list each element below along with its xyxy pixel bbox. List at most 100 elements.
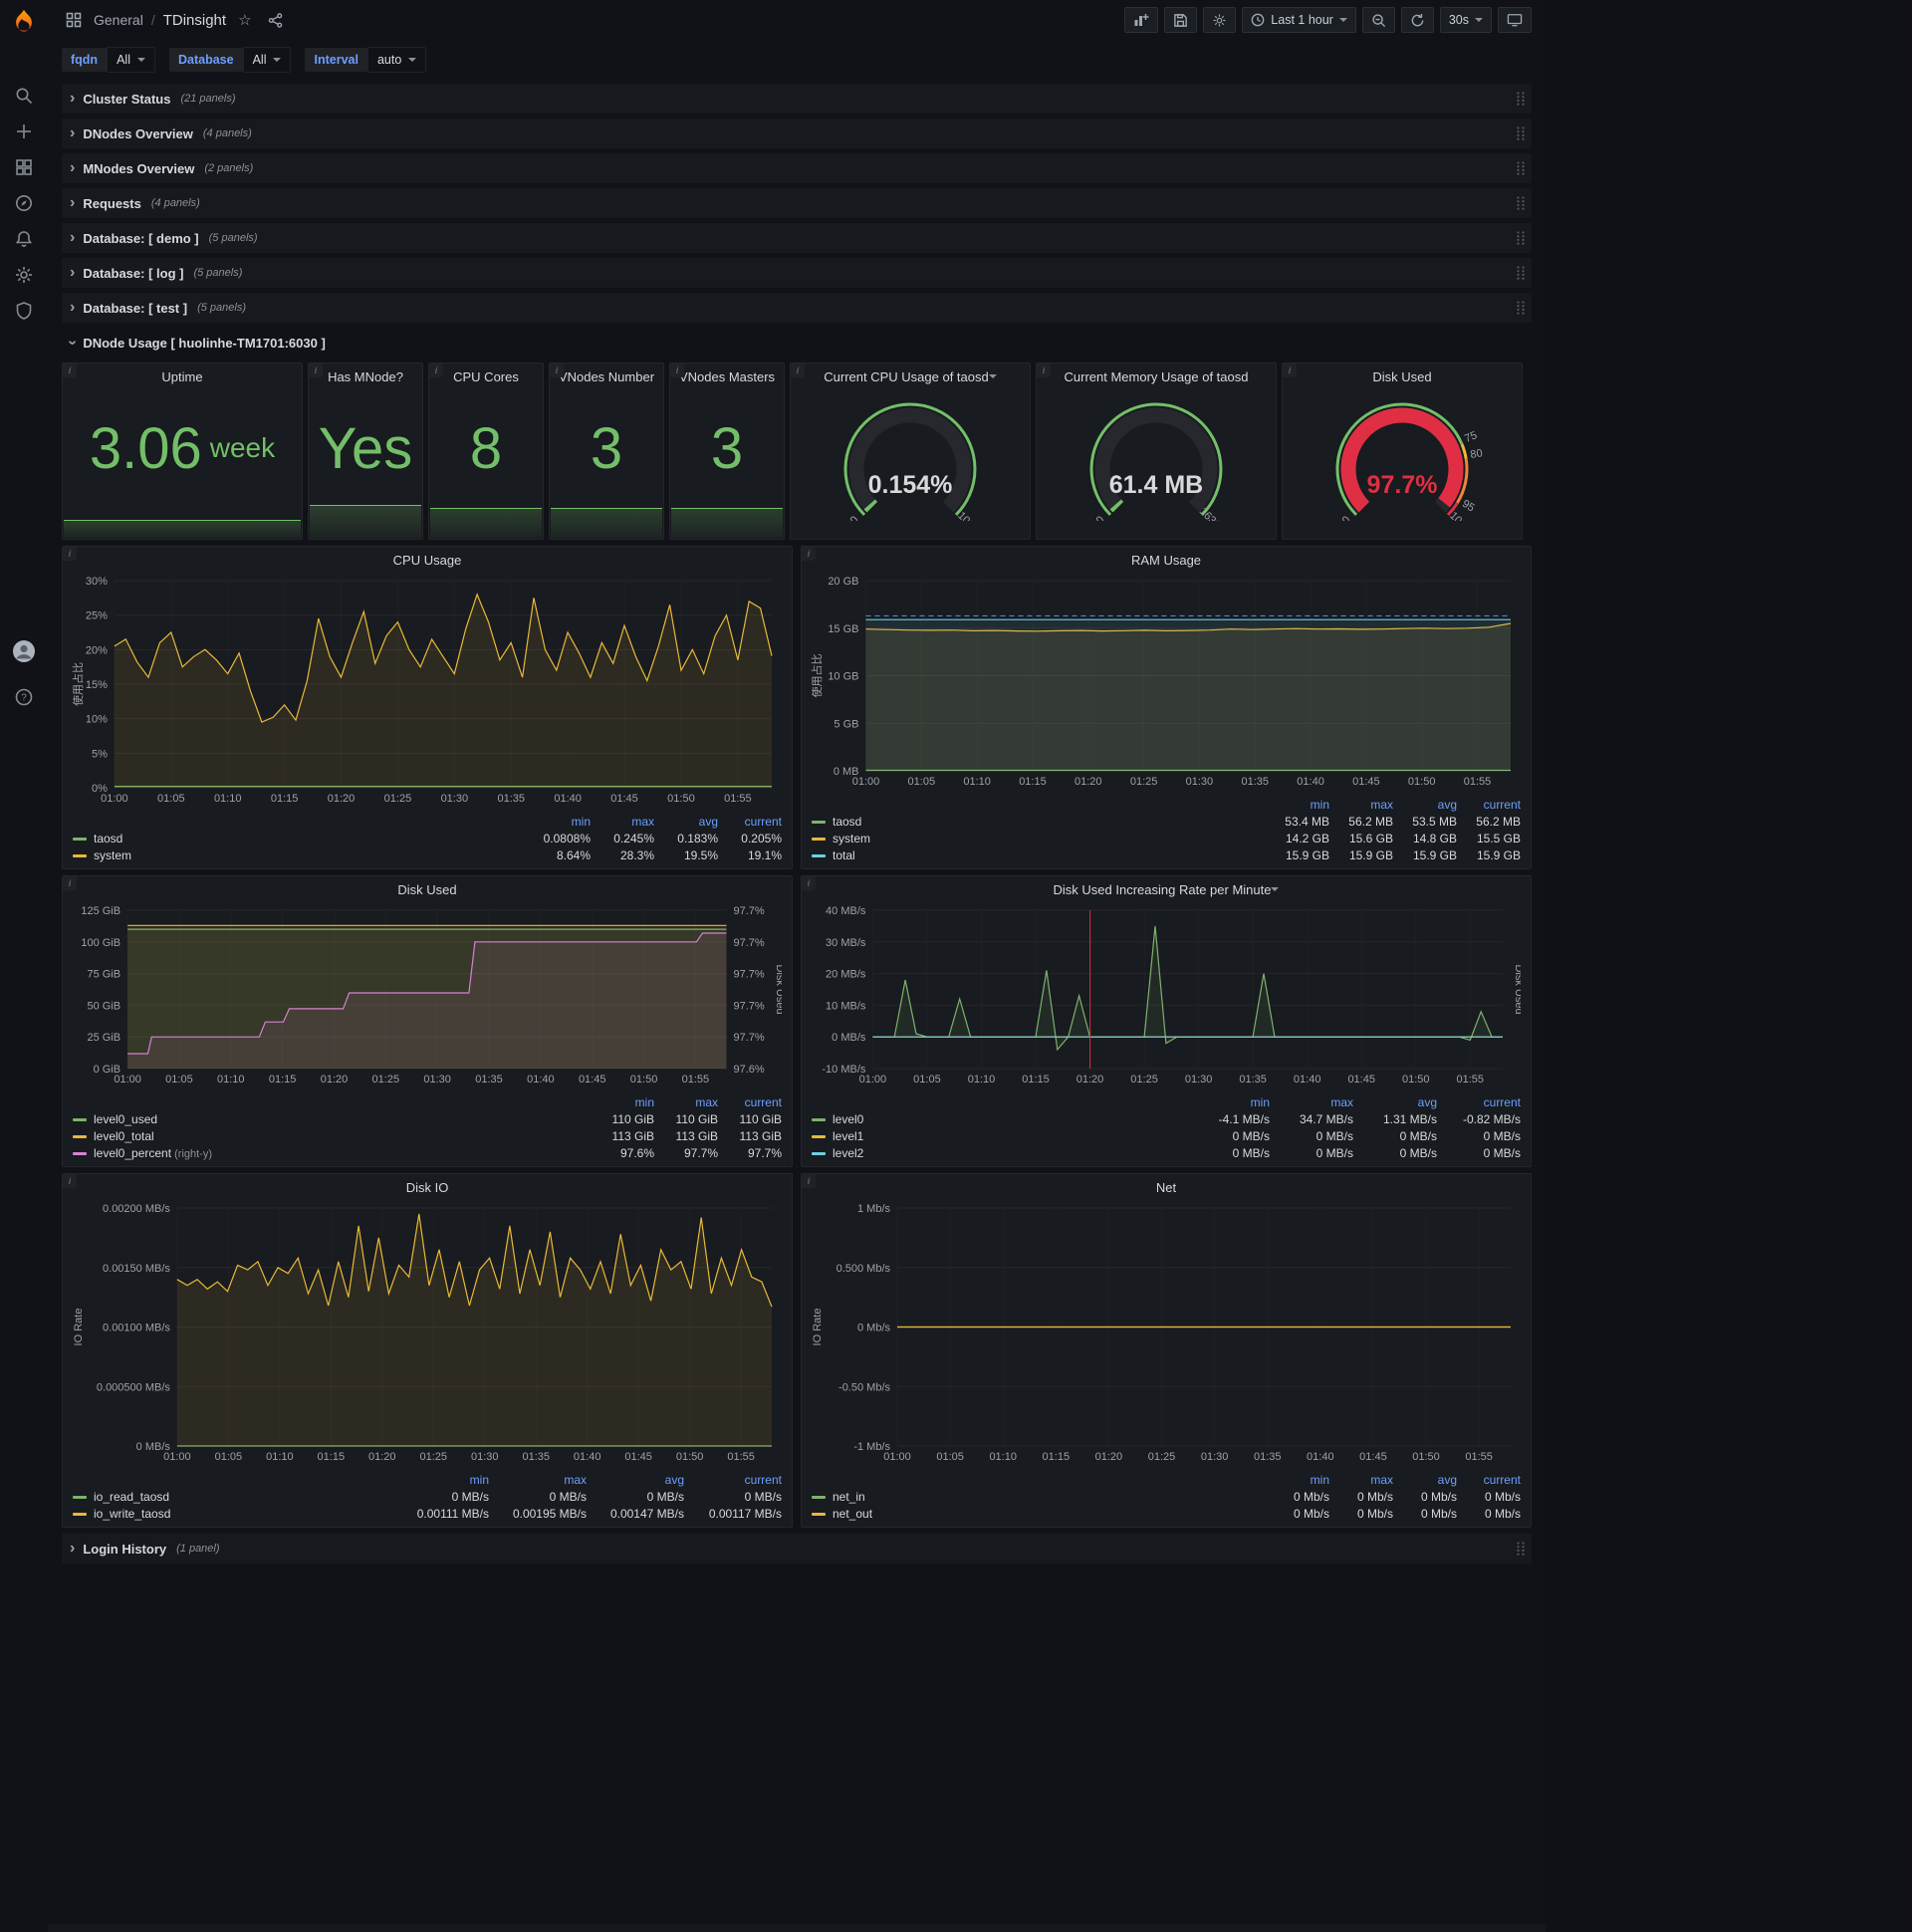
legend-col-current[interactable]: current [718,1095,782,1109]
legend-col-avg[interactable]: avg [654,815,718,829]
variable-interval-label[interactable]: Interval [305,48,367,72]
dashboard-title[interactable]: TDinsight [163,12,226,29]
save-dashboard-button[interactable] [1164,7,1198,33]
row-drag-handle[interactable] [1516,91,1526,112]
legend-series-level0[interactable]: level0 [812,1112,1186,1126]
legend-col-min[interactable]: min [591,1095,654,1109]
refresh-interval-picker[interactable]: 30s [1439,7,1492,33]
legend-col-max[interactable]: max [1329,1473,1393,1487]
row-drag-handle[interactable] [1516,230,1526,251]
add-panel-button[interactable] [1124,7,1159,33]
drag-handle-icon[interactable] [1516,160,1526,176]
drag-handle-icon[interactable] [1516,195,1526,211]
row-drag-handle[interactable] [1516,160,1526,181]
panel-info-icon[interactable]: i [63,363,77,377]
drag-handle-icon[interactable] [1516,125,1526,141]
alerting-bell-icon[interactable] [0,221,48,257]
breadcrumb-folder[interactable]: General [94,12,143,28]
row-dnode-usage[interactable]: › DNode Usage [ huolinhe-TM1701:6030 ] [62,328,1532,358]
legend-col-max[interactable]: max [654,1095,718,1109]
variable-database-label[interactable]: Database [168,48,243,72]
panel-info-icon[interactable]: i [670,363,684,377]
refresh-button[interactable] [1400,7,1434,33]
panel-info-icon[interactable]: i [1037,363,1051,377]
panel-info-icon[interactable]: i [791,363,805,377]
panel-info-icon[interactable]: i [802,876,816,890]
panel-info-icon[interactable]: i [802,547,816,561]
panel-title[interactable]: RAM Usage [810,547,1523,573]
row-drag-handle[interactable] [1516,1541,1526,1562]
panel-title[interactable]: Disk Used [71,876,784,902]
panel-title[interactable]: Current CPU Usage of taosd [791,363,1030,389]
legend-series-level1[interactable]: level1 [812,1129,1186,1143]
row-drag-handle[interactable] [1516,125,1526,146]
star-icon[interactable]: ☆ [234,11,255,29]
legend-col-current[interactable]: current [1437,1095,1521,1109]
dashboards-icon[interactable] [0,149,48,185]
panel-title[interactable]: CPU Usage [71,547,784,573]
zoom-out-button[interactable] [1361,7,1395,33]
legend-col-avg[interactable]: avg [1393,1473,1457,1487]
legend-col-avg[interactable]: avg [1393,798,1457,812]
legend-series-taosd[interactable]: taosd [73,832,527,845]
legend-series-io-write-taosd[interactable]: io_write_taosd [73,1507,391,1521]
cycle-view-button[interactable] [1498,7,1532,33]
panel-title[interactable]: Disk IO [71,1174,784,1200]
legend-col-min[interactable]: min [1186,1095,1270,1109]
search-icon[interactable] [0,78,48,114]
variable-fqdn-value[interactable]: All [107,47,155,73]
panel-info-icon[interactable]: i [1283,363,1297,377]
legend-series-taosd[interactable]: taosd [812,815,1266,829]
panel-title[interactable]: Disk Used Increasing Rate per Minute [810,876,1523,902]
variable-fqdn-label[interactable]: fqdn [62,48,108,72]
legend-col-max[interactable]: max [591,815,654,829]
legend-col-current[interactable]: current [684,1473,782,1487]
row-dnodes-overview[interactable]: › DNodes Overview (4 panels) [62,119,1532,148]
server-admin-shield-icon[interactable] [0,293,48,329]
legend-col-current[interactable]: current [1457,1473,1521,1487]
variable-fqdn[interactable]: fqdn All [62,47,155,73]
panel-info-icon[interactable]: i [63,547,77,561]
explore-compass-icon[interactable] [0,185,48,221]
row-cluster-status[interactable]: › Cluster Status (21 panels) [62,84,1532,114]
legend-series-level0-percent[interactable]: level0_percent (right-y) [73,1146,591,1160]
create-plus-icon[interactable] [0,114,48,149]
apps-grid-icon[interactable] [62,12,86,28]
drag-handle-icon[interactable] [1516,265,1526,281]
variable-interval[interactable]: Interval auto [305,47,427,73]
legend-col-max[interactable]: max [1270,1095,1353,1109]
panel-info-icon[interactable]: i [550,363,564,377]
legend-series-level0-total[interactable]: level0_total [73,1129,591,1143]
row-database-log[interactable]: › Database: [ log ] (5 panels) [62,258,1532,288]
legend-series-net-out[interactable]: net_out [812,1507,1266,1521]
drag-handle-icon[interactable] [1516,91,1526,107]
help-icon[interactable]: ? [0,679,48,715]
variable-database-value[interactable]: All [242,47,292,73]
time-range-picker[interactable]: Last 1 hour [1242,7,1356,33]
user-avatar[interactable] [0,633,48,669]
configuration-gear-icon[interactable] [0,257,48,293]
legend-series-system[interactable]: system [73,848,527,862]
legend-col-current[interactable]: current [1457,798,1521,812]
legend-series-system[interactable]: system [812,832,1266,845]
row-database-test[interactable]: › Database: [ test ] (5 panels) [62,293,1532,323]
legend-col-min[interactable]: min [1266,798,1329,812]
legend-series-level2[interactable]: level2 [812,1146,1186,1160]
panel-info-icon[interactable]: i [63,876,77,890]
row-mnodes-overview[interactable]: › MNodes Overview (2 panels) [62,153,1532,183]
variable-database[interactable]: Database All [168,47,292,73]
drag-handle-icon[interactable] [1516,300,1526,316]
grafana-logo[interactable] [0,0,48,44]
legend-col-min[interactable]: min [1266,1473,1329,1487]
legend-series-io-read-taosd[interactable]: io_read_taosd [73,1490,391,1504]
row-login-history[interactable]: › Login History (1 panel) [62,1534,1532,1564]
panel-title[interactable]: Current Memory Usage of taosd [1037,363,1276,389]
panel-title[interactable]: Net [810,1174,1523,1200]
variable-interval-value[interactable]: auto [366,47,427,73]
panel-info-icon[interactable]: i [429,363,443,377]
legend-col-max[interactable]: max [1329,798,1393,812]
panel-info-icon[interactable]: i [802,1174,816,1188]
legend-series-net-in[interactable]: net_in [812,1490,1266,1504]
legend-col-min[interactable]: min [391,1473,489,1487]
legend-col-current[interactable]: current [718,815,782,829]
